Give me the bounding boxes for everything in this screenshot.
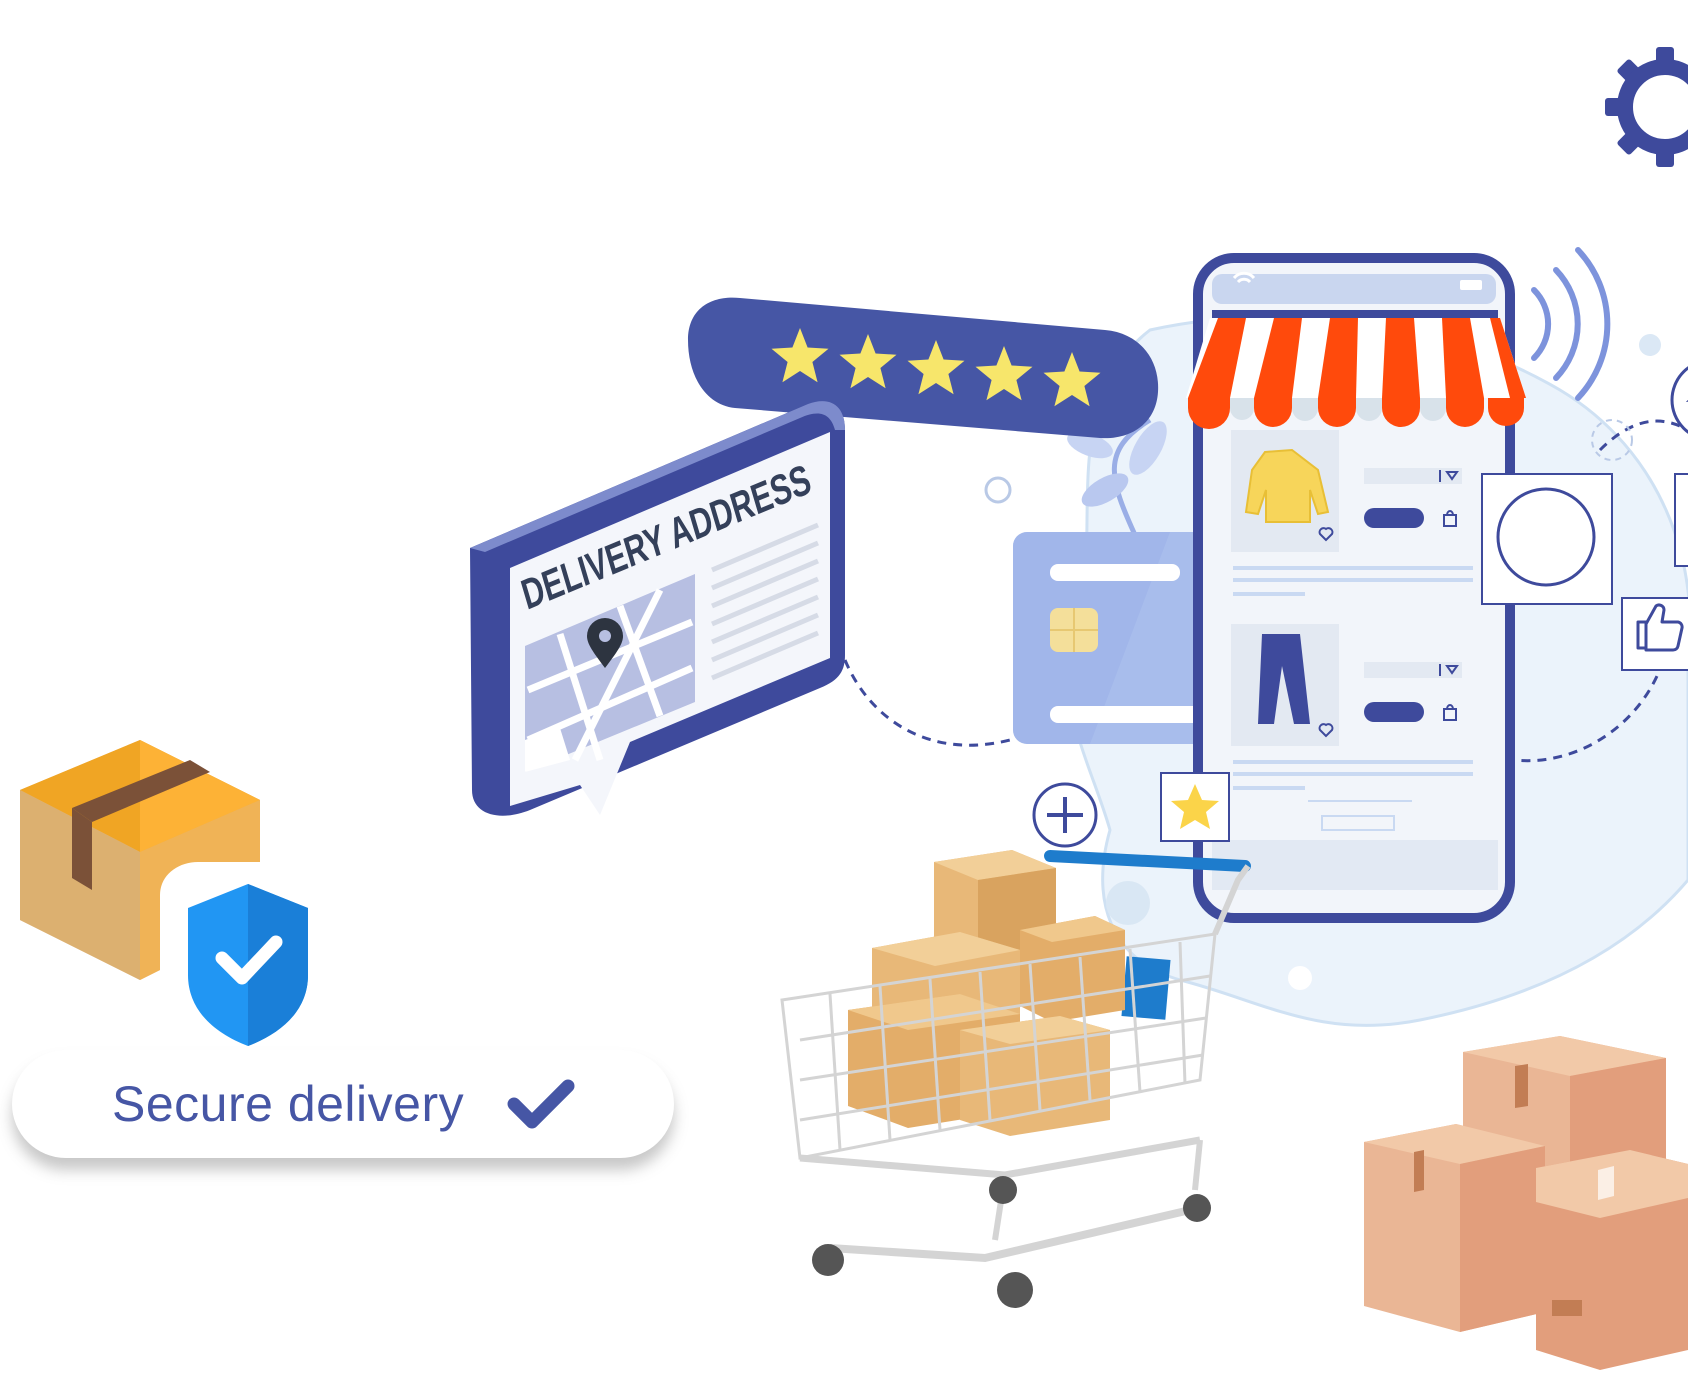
heart-badge-icon <box>1670 366 1688 434</box>
cart-wheel <box>1183 1194 1211 1222</box>
gear-icon <box>1605 47 1688 167</box>
checkmark-icon <box>507 1079 575 1129</box>
thumbs-up-icon <box>1621 597 1688 671</box>
cart-wheel <box>989 1176 1017 1204</box>
cart-wheel <box>997 1272 1033 1308</box>
shield-check-icon <box>160 862 335 1075</box>
toggle-frame <box>1481 473 1613 605</box>
secure-delivery-label: Secure delivery <box>112 1076 465 1132</box>
decor-ring <box>984 476 1012 504</box>
cart-wheel <box>812 1244 844 1276</box>
plus-circle-icon <box>1032 782 1098 848</box>
favorite-star-icon <box>1160 772 1230 842</box>
dashed-connector <box>843 659 1011 747</box>
frame-edge <box>1674 473 1688 567</box>
rating-pill <box>688 297 1159 439</box>
decor-dot <box>1288 966 1312 990</box>
package-stack <box>1364 1036 1688 1370</box>
illustration-stage: DELIVERY ADDRESS Secure delivery <box>0 0 1688 1400</box>
secure-delivery-badge: Secure delivery <box>12 1050 674 1158</box>
decor-dot <box>1106 881 1150 925</box>
signal-waves-icon <box>1531 247 1611 401</box>
phone-storefront <box>1186 253 1526 923</box>
delivery-address-card: DELIVERY ADDRESS <box>470 401 845 816</box>
decor-dot <box>1639 334 1661 356</box>
ecommerce-illustration: DELIVERY ADDRESS <box>20 47 1688 1370</box>
